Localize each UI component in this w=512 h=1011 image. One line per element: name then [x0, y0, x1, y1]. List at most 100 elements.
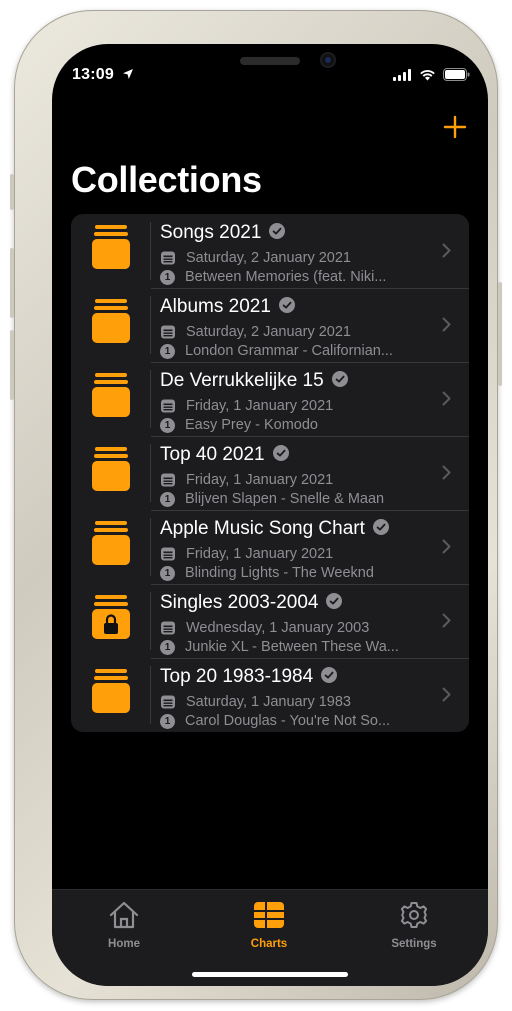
- battery-icon: [443, 68, 470, 81]
- collection-date-line: Saturday, 2 January 2021: [160, 324, 351, 340]
- page-title: Collections: [71, 159, 262, 200]
- row-separator: [150, 444, 151, 502]
- chevron-right-icon: [442, 243, 451, 258]
- collection-icon-container: [71, 510, 151, 584]
- row-separator: [150, 296, 151, 354]
- rank-badge: 1: [160, 491, 175, 507]
- collection-icon-container: [71, 584, 151, 658]
- volume-down-button: [10, 330, 14, 400]
- status-indicators: [393, 68, 470, 81]
- chevron-right-icon: [442, 539, 451, 554]
- collection-date-line: Friday, 1 January 2021: [160, 472, 333, 488]
- collection-name: Apple Music Song Chart: [160, 518, 365, 539]
- collection-row[interactable]: Singles 2003-2004 Wednesday, 1 January 2…: [71, 584, 469, 658]
- collection-name: Top 40 2021: [160, 444, 265, 465]
- collection-date: Saturday, 2 January 2021: [186, 324, 351, 340]
- gear-icon: [400, 902, 428, 928]
- row-separator: [150, 518, 151, 576]
- collection-icon-container: [71, 362, 151, 436]
- rank-badge: 1: [160, 343, 175, 359]
- volume-up-button: [10, 248, 14, 318]
- collection-name: Singles 2003-2004: [160, 592, 319, 613]
- chevron-right-icon: [442, 687, 451, 702]
- collection-top-track: Blijven Slapen - Snelle & Maan: [185, 491, 385, 507]
- verified-icon: [372, 518, 389, 535]
- calendar-icon: [161, 325, 175, 339]
- rank-badge: 1: [160, 565, 175, 581]
- collection-top-track-line: 1 Blijven Slapen - Snelle & Maan: [160, 491, 422, 507]
- row-separator: [150, 370, 151, 428]
- verified-icon: [326, 592, 343, 609]
- collection-row[interactable]: De Verrukkelijke 15 Friday, 1 January 20…: [71, 362, 469, 436]
- stack-folder-icon: [92, 521, 130, 565]
- collection-top-track: Between Memories (feat. Niki...: [185, 269, 387, 285]
- grid-table-icon: [254, 902, 284, 928]
- chevron-right-icon: [442, 613, 451, 628]
- calendar-icon: [161, 695, 175, 709]
- collection-date-line: Friday, 1 January 2021: [160, 398, 333, 414]
- collection-row[interactable]: Top 20 1983-1984 Saturday, 1 January 198…: [71, 658, 469, 732]
- collection-icon-container: [71, 288, 151, 362]
- collection-top-track-line: 1 Easy Prey - Komodo: [160, 417, 422, 433]
- mute-switch: [10, 174, 14, 210]
- verified-icon: [321, 666, 338, 683]
- wifi-icon: [420, 69, 435, 80]
- calendar-icon: [161, 621, 175, 635]
- tab-home-label: Home: [108, 938, 140, 950]
- house-icon: [109, 901, 139, 929]
- tab-settings[interactable]: Settings: [364, 900, 464, 950]
- calendar-icon: [161, 399, 175, 413]
- device-frame: 13:09 Collections Songs 2021 Saturday, 2…: [10, 10, 502, 1000]
- collection-date: Saturday, 1 January 1983: [186, 694, 351, 710]
- front-camera: [320, 52, 336, 68]
- stack-folder-icon: [92, 669, 130, 713]
- tab-settings-label: Settings: [391, 938, 437, 950]
- collection-date: Friday, 1 January 2021: [186, 398, 334, 414]
- collection-name: De Verrukkelijke 15: [160, 370, 324, 391]
- calendar-icon: [161, 547, 175, 561]
- collection-row[interactable]: Albums 2021 Saturday, 2 January 2021 1 L…: [71, 288, 469, 362]
- location-arrow-icon: [123, 69, 133, 79]
- collection-top-track-line: 1 Junkie XL - Between These Wa...: [160, 639, 422, 655]
- tab-charts-label: Charts: [250, 938, 288, 950]
- collection-top-track: Easy Prey - Komodo: [185, 417, 318, 433]
- collection-date: Saturday, 2 January 2021: [186, 250, 351, 266]
- stack-folder-icon: [92, 299, 130, 343]
- collection-top-track: Blinding Lights - The Weeknd: [185, 565, 374, 581]
- collection-date-line: Saturday, 2 January 2021: [160, 250, 351, 266]
- collection-date: Wednesday, 1 January 2003: [186, 620, 370, 636]
- collection-top-track-line: 1 Carol Douglas - You're Not So...: [160, 713, 422, 729]
- collection-icon-container: [71, 658, 151, 732]
- calendar-icon: [161, 251, 175, 265]
- power-button: [498, 282, 502, 386]
- verified-icon: [331, 370, 348, 387]
- add-collection-button[interactable]: [442, 114, 468, 140]
- rank-badge: 1: [160, 639, 175, 655]
- collection-date-line: Saturday, 1 January 1983: [160, 694, 351, 710]
- collection-name: Songs 2021: [160, 222, 262, 243]
- chevron-right-icon: [442, 391, 451, 406]
- collection-icon-container: [71, 214, 151, 288]
- verified-icon: [272, 444, 289, 461]
- verified-icon: [278, 296, 295, 313]
- home-indicator[interactable]: [192, 972, 348, 977]
- collection-row[interactable]: Top 40 2021 Friday, 1 January 2021 1 Bli…: [71, 436, 469, 510]
- row-separator: [150, 592, 151, 650]
- rank-badge: 1: [160, 269, 175, 285]
- calendar-icon: [161, 473, 175, 487]
- tab-home[interactable]: Home: [74, 900, 174, 950]
- rank-badge: 1: [160, 417, 175, 433]
- collection-row[interactable]: Songs 2021 Saturday, 2 January 2021 1 Be…: [71, 214, 469, 288]
- collection-top-track-line: 1 Between Memories (feat. Niki...: [160, 269, 422, 285]
- tab-charts[interactable]: Charts: [219, 900, 319, 950]
- collection-name: Albums 2021: [160, 296, 271, 317]
- collection-top-track-line: 1 Blinding Lights - The Weeknd: [160, 565, 422, 581]
- screen: 13:09 Collections Songs 2021 Saturday, 2…: [52, 44, 488, 986]
- row-separator: [150, 222, 151, 280]
- collection-row[interactable]: Apple Music Song Chart Friday, 1 January…: [71, 510, 469, 584]
- earpiece-speaker: [240, 57, 300, 65]
- collection-top-track-line: 1 London Grammar - Californian...: [160, 343, 422, 359]
- collection-date: Friday, 1 January 2021: [186, 546, 334, 562]
- collection-top-track: London Grammar - Californian...: [185, 343, 393, 359]
- collection-date: Friday, 1 January 2021: [186, 472, 334, 488]
